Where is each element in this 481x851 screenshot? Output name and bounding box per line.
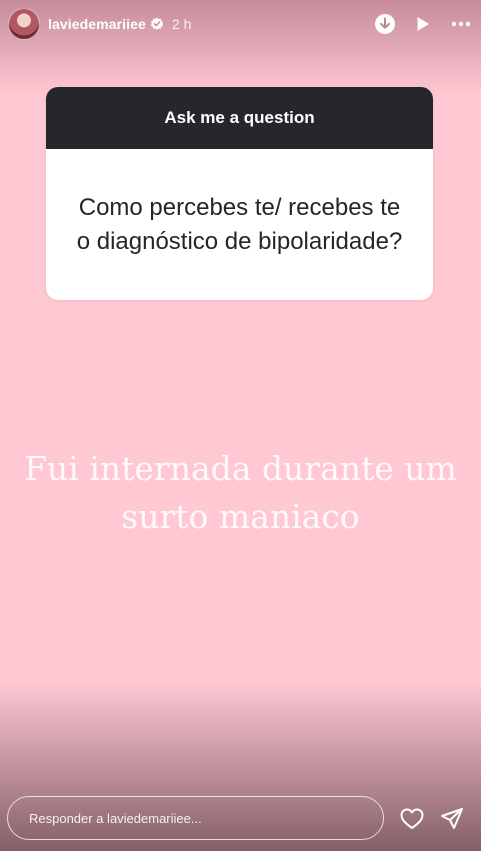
header-actions [373, 12, 473, 36]
avatar[interactable] [8, 8, 40, 40]
download-icon[interactable] [373, 12, 397, 36]
answer-text: Fui internada durante um surto maniaco [24, 449, 457, 536]
more-icon[interactable] [449, 12, 473, 36]
reply-input[interactable]: Responder a laviedemariiee... [7, 796, 384, 840]
verified-badge-icon [150, 17, 164, 31]
username[interactable]: laviedemariiee [48, 16, 146, 32]
send-icon[interactable] [439, 806, 465, 832]
question-sticker[interactable]: Ask me a question Como percebes te/ rece… [46, 87, 433, 300]
question-text: Como percebes te/ recebes te o diagnósti… [76, 193, 403, 255]
play-icon[interactable] [411, 12, 435, 36]
story-header: laviedemariiee 2 h [8, 7, 473, 41]
post-time: 2 h [171, 16, 192, 32]
heart-icon[interactable] [399, 806, 425, 832]
question-sticker-title: Ask me a question [46, 87, 433, 149]
